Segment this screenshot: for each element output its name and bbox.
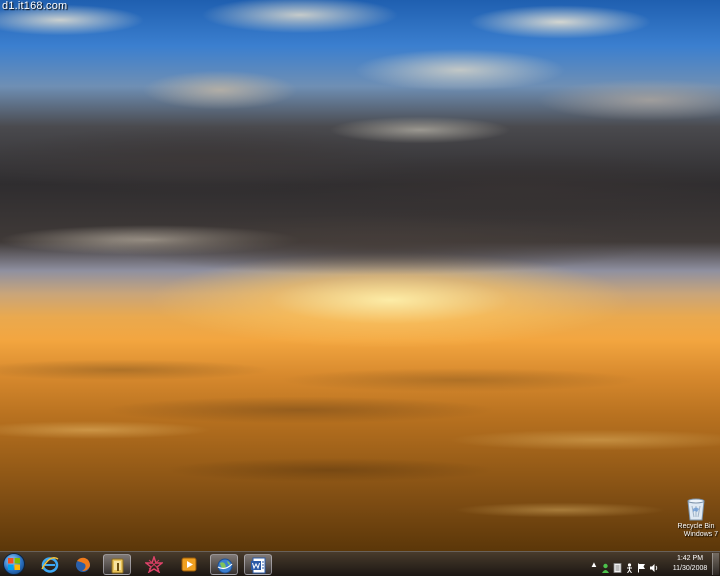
recycle-bin-sublabel: Windows 7: [683, 531, 718, 538]
app-star-icon: [145, 556, 163, 573]
file-explorer-icon: [111, 558, 124, 574]
speaker-icon[interactable]: [649, 560, 658, 572]
word-icon: [251, 557, 266, 574]
firefox-icon: [76, 557, 90, 572]
tray-expand-button[interactable]: ▲: [590, 560, 598, 570]
desktop-icon-recycle-bin[interactable]: Recycle Bin Windows 7: [672, 497, 720, 539]
taskbar-file-explorer[interactable]: [103, 554, 131, 575]
clock-time: 1:42 PM: [676, 555, 704, 562]
internet-explorer-icon: [41, 557, 59, 573]
system-tray: ▲: [590, 556, 658, 574]
document-icon[interactable]: [613, 560, 622, 573]
flag-icon[interactable]: [637, 560, 646, 573]
taskbar-media-player[interactable]: [175, 554, 203, 575]
user-status-icon[interactable]: [601, 560, 610, 573]
taskbar-firefox[interactable]: [69, 554, 97, 575]
start-button[interactable]: [3, 553, 25, 575]
show-desktop-button[interactable]: [712, 553, 719, 575]
taskbar-star-app[interactable]: [140, 554, 168, 575]
network-person-icon[interactable]: [625, 560, 634, 574]
globe-app-icon: [217, 558, 233, 574]
clock-date: 11/30/2008: [672, 565, 708, 572]
taskbar: ▲ 1:42 PM 11/30/2008: [0, 551, 720, 576]
media-player-icon: [181, 557, 197, 572]
windows-logo-icon: [8, 558, 20, 570]
recycle-bin-label: Recycle Bin: [677, 523, 715, 530]
taskbar-word[interactable]: [244, 554, 272, 575]
taskbar-clock[interactable]: 1:42 PM 11/30/2008: [670, 554, 710, 574]
taskbar-globe-app[interactable]: [210, 554, 238, 575]
desktop[interactable]: d1.it168.com Recycle Bin Windows 7 ▲ 1:4…: [0, 0, 720, 576]
wallpaper-clouds-upper: [0, 0, 720, 290]
recycle-bin-icon: [685, 497, 707, 521]
taskbar-internet-explorer[interactable]: [36, 554, 64, 575]
wallpaper-clouds-lower: [0, 330, 720, 550]
watermark-text: d1.it168.com: [2, 0, 68, 12]
